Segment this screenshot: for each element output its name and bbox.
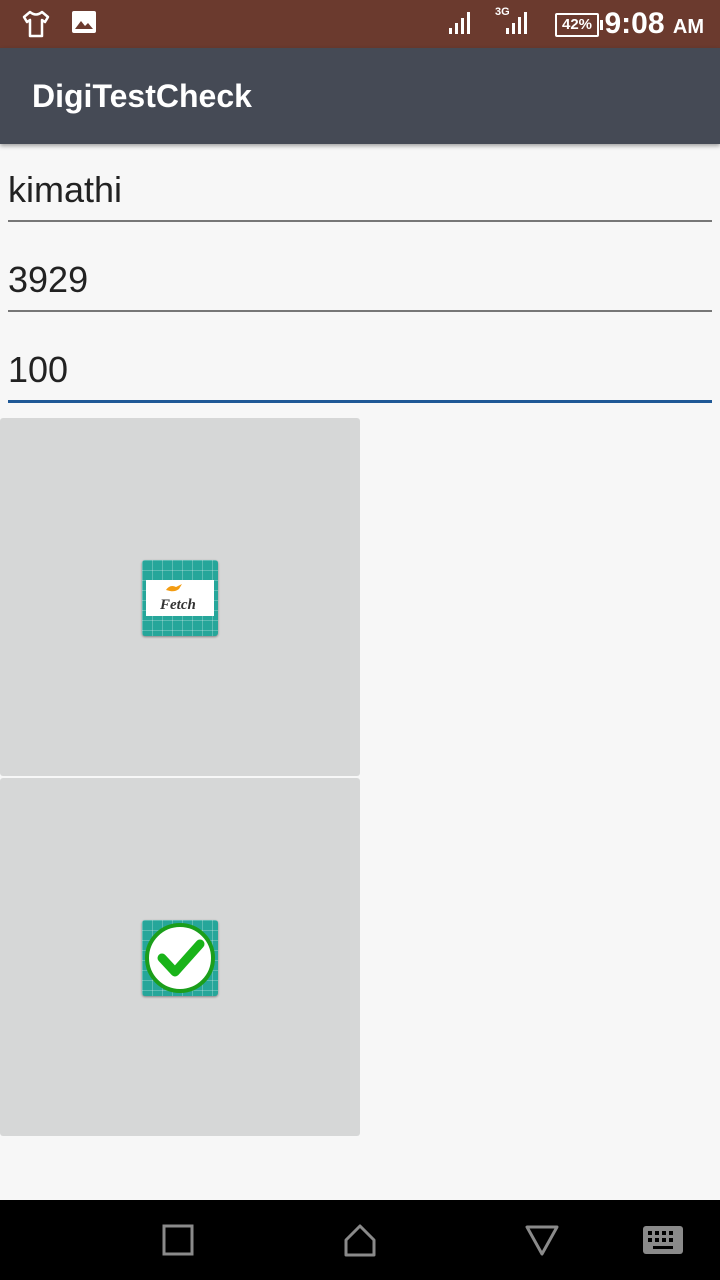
back-icon[interactable] [524, 1222, 560, 1258]
status-bar: 3G 42% 9:08 AM [0, 0, 720, 48]
recents-icon[interactable] [160, 1222, 196, 1258]
clock-ampm: AM [672, 16, 704, 38]
clock-time: 9:08 [604, 7, 665, 40]
text-field-3[interactable] [8, 340, 712, 403]
status-time: 9:08 AM [605, 6, 705, 45]
battery-level: 42% [561, 16, 593, 33]
image-icon [72, 11, 96, 33]
navigation-bar [0, 1200, 720, 1280]
text-field-1[interactable] [8, 160, 712, 222]
app-title: DigiTestCheck [32, 78, 252, 114]
home-icon[interactable] [342, 1222, 378, 1258]
fetch-logo-text: Fetch [159, 597, 196, 613]
tshirt-icon [22, 10, 50, 38]
battery-icon: 42% [555, 13, 603, 37]
signal-icon [449, 12, 470, 34]
fetch-button[interactable]: Fetch [0, 418, 360, 776]
svg-text:3G: 3G [495, 6, 510, 18]
text-field-2[interactable] [8, 250, 712, 312]
checkmark-icon [142, 920, 218, 996]
fetch-icon: Fetch [142, 560, 218, 636]
confirm-button[interactable] [0, 778, 360, 1136]
app-bar: DigiTestCheck [0, 48, 720, 144]
keyboard-icon[interactable] [642, 1224, 684, 1256]
signal-3g-icon: 3G [495, 6, 527, 34]
